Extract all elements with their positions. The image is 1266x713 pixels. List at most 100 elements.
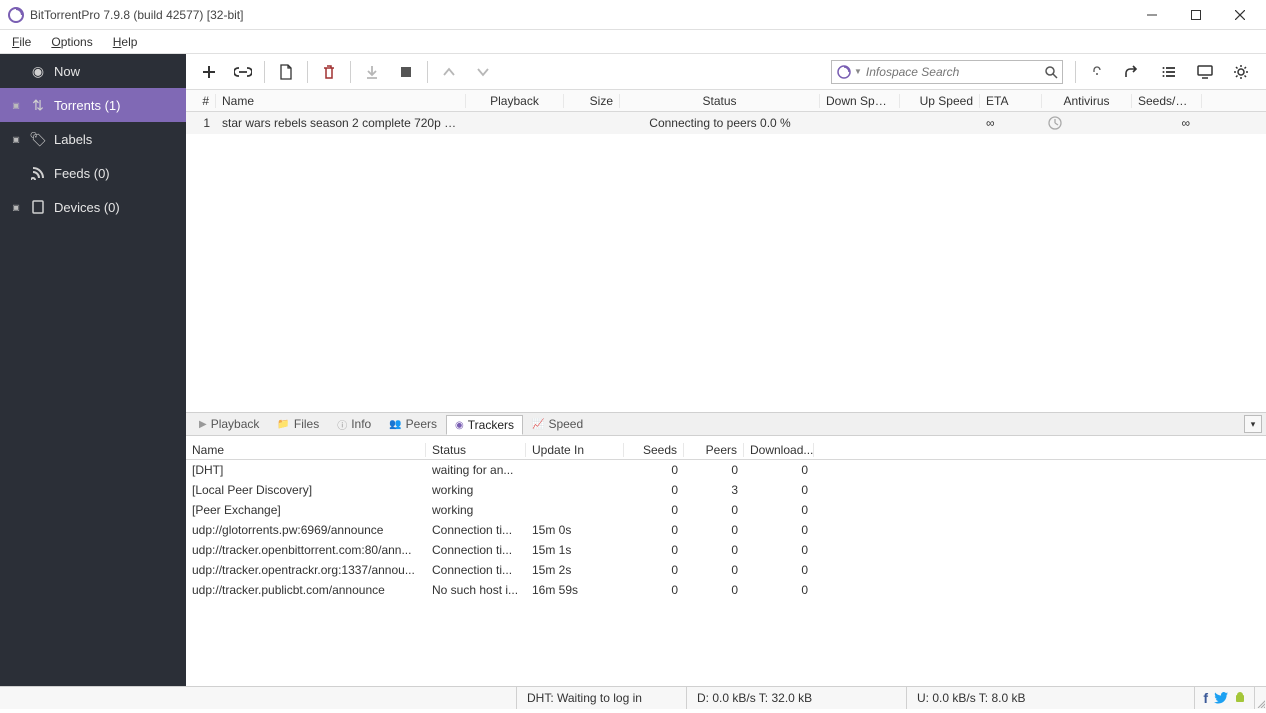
- column-playback[interactable]: Playback: [466, 94, 564, 108]
- column-status[interactable]: Status: [620, 94, 820, 108]
- tag-icon: 🏷: [30, 131, 46, 148]
- tracker-downloaded: 0: [744, 583, 814, 597]
- column-up-speed[interactable]: Up Speed: [900, 94, 980, 108]
- sidebar: ◉ Now ▣ ⇅ Torrents (1) ▣ 🏷 Labels Feeds …: [0, 54, 186, 686]
- tracker-row[interactable]: udp://tracker.openbittorrent.com:80/ann.…: [186, 540, 1266, 560]
- column-seeds-peers[interactable]: Seeds/Peers: [1132, 94, 1202, 108]
- tracker-col-peers[interactable]: Peers: [684, 443, 744, 457]
- move-up-button[interactable]: [432, 55, 466, 89]
- torrent-list-header[interactable]: # Name Playback Size Status Down Speed U…: [186, 90, 1266, 112]
- unlock-button[interactable]: [1080, 55, 1114, 89]
- detail-tabs: ▶Playback 📁Files ⓘInfo 👥Peers ◉Trackers …: [186, 412, 1266, 436]
- tracker-row[interactable]: [Peer Exchange]working000: [186, 500, 1266, 520]
- menu-help[interactable]: Help: [105, 33, 146, 51]
- tracker-row[interactable]: udp://tracker.publicbt.com/announceNo su…: [186, 580, 1266, 600]
- stop-button[interactable]: [389, 55, 423, 89]
- tracker-downloaded: 0: [744, 503, 814, 517]
- search-input[interactable]: [862, 65, 1044, 79]
- twitter-icon[interactable]: [1214, 692, 1228, 704]
- search-box[interactable]: ▼: [831, 60, 1063, 84]
- tracker-row[interactable]: [Local Peer Discovery]working030: [186, 480, 1266, 500]
- column-name[interactable]: Name: [216, 94, 466, 108]
- column-down-speed[interactable]: Down Speed: [820, 94, 900, 108]
- expand-icon[interactable]: ▣: [10, 101, 22, 110]
- sidebar-item-labels[interactable]: ▣ 🏷 Labels: [0, 122, 186, 156]
- rss-icon: [30, 166, 46, 180]
- resize-grip[interactable]: [1254, 687, 1266, 709]
- sidebar-item-torrents[interactable]: ▣ ⇅ Torrents (1): [0, 88, 186, 122]
- device-icon: [30, 200, 46, 214]
- tab-files[interactable]: 📁Files: [268, 414, 328, 434]
- tab-speed[interactable]: 📈Speed: [523, 414, 592, 434]
- move-down-button[interactable]: [466, 55, 500, 89]
- tracker-name: udp://tracker.openbittorrent.com:80/ann.…: [186, 543, 426, 557]
- trackers-header[interactable]: Name Status Update In Seeds Peers Downlo…: [186, 440, 1266, 460]
- tracker-col-name[interactable]: Name: [186, 443, 426, 457]
- table-row[interactable]: 1 star wars rebels season 2 complete 720…: [186, 112, 1266, 134]
- menu-file[interactable]: File: [4, 33, 39, 51]
- add-link-button[interactable]: [226, 55, 260, 89]
- maximize-button[interactable]: [1174, 1, 1218, 29]
- chevron-down-icon[interactable]: ▼: [854, 67, 862, 76]
- column-antivirus[interactable]: Antivirus: [1042, 94, 1132, 108]
- tab-playback[interactable]: ▶Playback: [190, 414, 268, 434]
- trackers-panel: Name Status Update In Seeds Peers Downlo…: [186, 436, 1266, 686]
- tracker-status: Connection ti...: [426, 543, 526, 557]
- tracker-name: [DHT]: [186, 463, 426, 477]
- tracker-status: working: [426, 503, 526, 517]
- tracker-col-seeds[interactable]: Seeds: [624, 443, 684, 457]
- tracker-peers: 0: [684, 523, 744, 537]
- preferences-button[interactable]: [1224, 55, 1258, 89]
- tracker-status: Connection ti...: [426, 523, 526, 537]
- start-button[interactable]: [355, 55, 389, 89]
- column-number[interactable]: #: [186, 94, 216, 108]
- separator: [350, 61, 351, 83]
- tracker-name: udp://glotorrents.pw:6969/announce: [186, 523, 426, 537]
- tab-trackers[interactable]: ◉Trackers: [446, 415, 523, 435]
- titlebar: BitTorrentPro 7.9.8 (build 42577) [32-bi…: [0, 0, 1266, 30]
- sidebar-label: Labels: [54, 132, 92, 147]
- tracker-name: udp://tracker.publicbt.com/announce: [186, 583, 426, 597]
- tracker-seeds: 0: [624, 523, 684, 537]
- add-torrent-button[interactable]: [192, 55, 226, 89]
- menu-options[interactable]: Options: [43, 33, 100, 51]
- separator: [307, 61, 308, 83]
- tracker-name: [Peer Exchange]: [186, 503, 426, 517]
- torrent-list[interactable]: 1 star wars rebels season 2 complete 720…: [186, 112, 1266, 412]
- expand-icon[interactable]: ▣: [10, 135, 22, 144]
- close-button[interactable]: [1218, 1, 1262, 29]
- new-torrent-button[interactable]: [269, 55, 303, 89]
- sidebar-item-feeds[interactable]: Feeds (0): [0, 156, 186, 190]
- remove-button[interactable]: [312, 55, 346, 89]
- expand-icon[interactable]: ▣: [10, 203, 22, 212]
- share-button[interactable]: [1116, 55, 1150, 89]
- sidebar-label: Now: [54, 64, 80, 79]
- android-icon[interactable]: [1234, 691, 1246, 705]
- tracker-col-downloaded[interactable]: Download...: [744, 443, 814, 457]
- folder-icon: 📁: [277, 419, 289, 430]
- tracker-downloaded: 0: [744, 543, 814, 557]
- tab-peers[interactable]: 👥Peers: [380, 414, 446, 434]
- facebook-icon[interactable]: f: [1203, 690, 1208, 706]
- tracker-row[interactable]: udp://glotorrents.pw:6969/announceConnec…: [186, 520, 1266, 540]
- view-list-button[interactable]: [1152, 55, 1186, 89]
- search-provider-icon[interactable]: [836, 64, 852, 80]
- tracker-row[interactable]: [DHT]waiting for an...000: [186, 460, 1266, 480]
- tracker-status: Connection ti...: [426, 563, 526, 577]
- minimize-button[interactable]: [1130, 1, 1174, 29]
- column-eta[interactable]: ETA: [980, 94, 1042, 108]
- remote-button[interactable]: [1188, 55, 1222, 89]
- tracker-update: 16m 59s: [526, 583, 624, 597]
- collapse-detail-button[interactable]: ▾: [1244, 415, 1262, 433]
- column-size[interactable]: Size: [564, 94, 620, 108]
- tracker-row[interactable]: udp://tracker.opentrackr.org:1337/annou.…: [186, 560, 1266, 580]
- tab-info[interactable]: ⓘInfo: [328, 414, 380, 434]
- tracker-peers: 0: [684, 503, 744, 517]
- search-icon[interactable]: [1044, 65, 1058, 79]
- tracker-status: No such host i...: [426, 583, 526, 597]
- info-icon: ⓘ: [337, 417, 347, 432]
- sidebar-item-devices[interactable]: ▣ Devices (0): [0, 190, 186, 224]
- tracker-col-update[interactable]: Update In: [526, 443, 624, 457]
- sidebar-item-now[interactable]: ◉ Now: [0, 54, 186, 88]
- tracker-col-status[interactable]: Status: [426, 443, 526, 457]
